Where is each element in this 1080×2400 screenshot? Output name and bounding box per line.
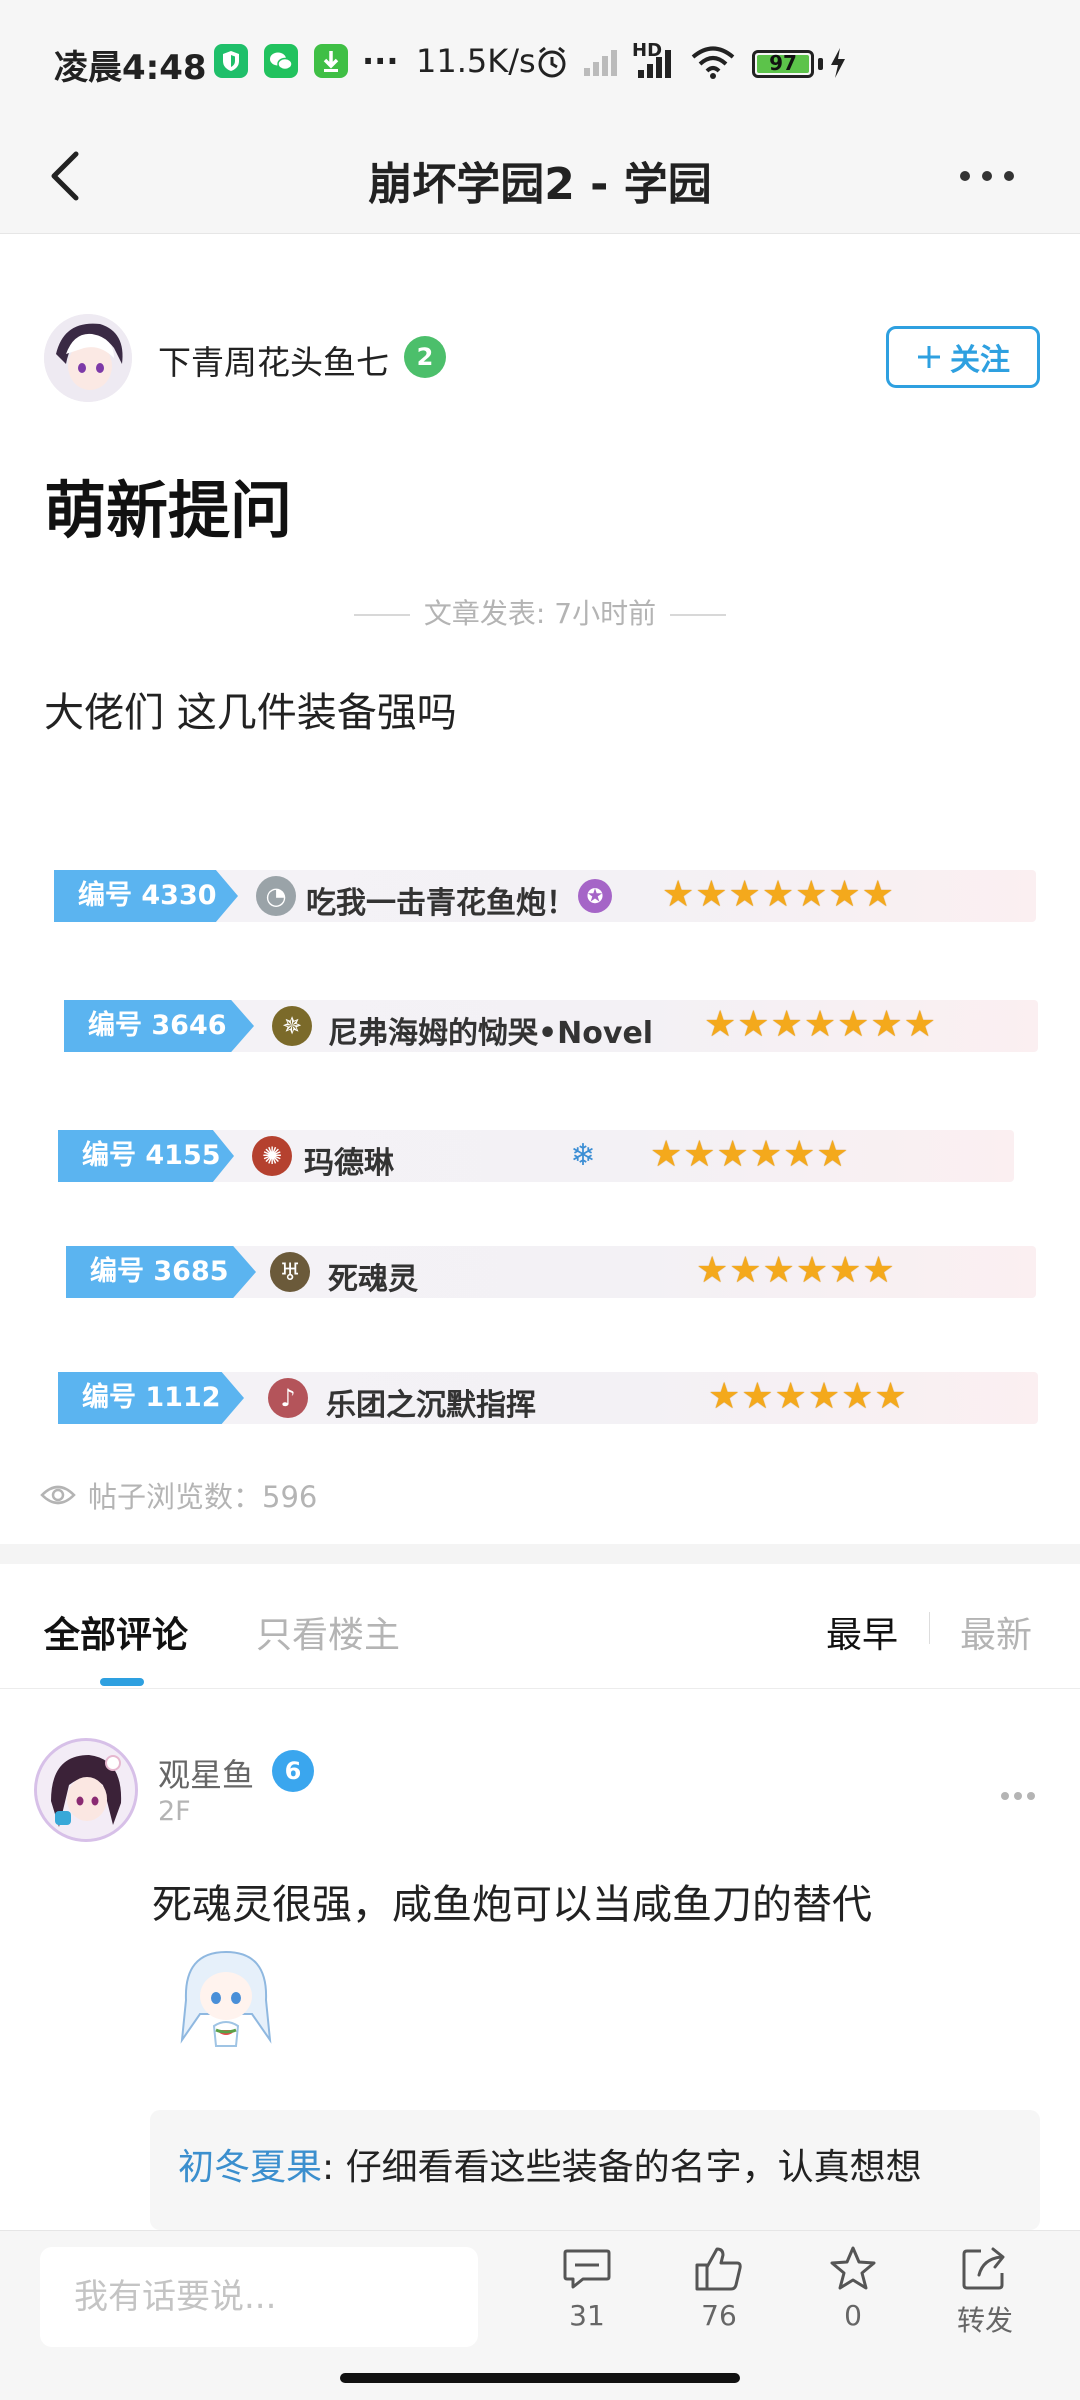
commenter-avatar[interactable]: [34, 1738, 138, 1842]
share-label: 转发: [956, 2304, 1013, 2337]
star-rating: ★★★★★★: [696, 1250, 896, 1291]
alarm-icon: [534, 44, 570, 84]
comment-input-box[interactable]: [40, 2247, 478, 2347]
share-button[interactable]: 转发: [930, 2245, 1040, 2339]
snowflake-icon: ❄: [570, 1138, 596, 1173]
battery-tip: [818, 58, 823, 70]
favorite-button[interactable]: 0: [798, 2245, 908, 2332]
net-speed: 11.5K/s: [416, 42, 536, 80]
home-indicator[interactable]: [340, 2373, 740, 2383]
star-rating: ★★★★★★: [708, 1376, 908, 1417]
section-divider: [0, 1544, 1080, 1564]
violin-icon: ♪: [268, 1378, 308, 1418]
view-count-text: 帖子浏览数：596: [88, 1480, 318, 1514]
equipment-card[interactable]: 编号 4155 ✺ 玛德琳 ❄ ★★★★★★: [58, 1130, 1014, 1182]
nav-bar: 崩坏学园2 - 学园: [0, 120, 1080, 234]
equipment-card[interactable]: 编号 3685 ♅ 死魂灵 ★★★★★★: [66, 1246, 1036, 1298]
equipment-card[interactable]: 编号 3646 ✵ 尼弗海姆的恸哭•Novel ★★★★★★★: [64, 1000, 1038, 1052]
battery-level: 97: [769, 51, 797, 75]
tab-all-comments[interactable]: 全部评论: [44, 1606, 188, 1658]
post-time: 文章发表: 7小时前: [423, 597, 657, 630]
sort-earliest[interactable]: 最早: [826, 1606, 898, 1658]
equipment-name: 玛德琳: [304, 1146, 394, 1181]
commenter-level-badge: 6: [272, 1750, 314, 1792]
favorite-count: 0: [844, 2299, 862, 2332]
follow-button[interactable]: 关注: [886, 326, 1040, 388]
author-name[interactable]: 下青周花头鱼七: [158, 336, 389, 384]
more-dots-icon: [960, 171, 1014, 181]
thumbs-up-icon: [695, 2247, 742, 2291]
equipment-number-tag: 编号 3685: [66, 1246, 256, 1298]
more-notifications-icon: ···: [362, 42, 399, 80]
page-title: 崩坏学园2 - 学园: [368, 159, 712, 210]
battery-icon: 97: [752, 50, 814, 78]
equipment-number-tag: 编号 1112: [58, 1372, 244, 1424]
view-count: 帖子浏览数：596: [40, 1474, 317, 1516]
star-rating: ★★★★★★: [650, 1134, 850, 1175]
madeline-icon: ✺: [252, 1136, 292, 1176]
eye-icon: [40, 1485, 76, 1505]
meta-divider: [670, 614, 727, 616]
active-tab-indicator: [100, 1678, 144, 1686]
fish-cannon-icon: ◔: [256, 876, 296, 916]
comment-text: 死魂灵很强，咸鱼炮可以当咸鱼刀的替代: [152, 1882, 872, 1928]
star-rating: ★★★★★★★: [662, 874, 895, 915]
status-bar: 凌晨4:48 ··· 11.5K/s HD 97: [0, 0, 1080, 120]
reply-preview[interactable]: 初冬夏果: 仔细看看这些装备的名字，认真想想: [150, 2110, 1040, 2230]
chibi-sticker-image: [166, 1944, 286, 2056]
more-dots-icon: [1001, 1792, 1035, 1800]
comment-input[interactable]: [40, 2247, 478, 2347]
reply-text: 初冬夏果: 仔细看看这些装备的名字，认真想想: [178, 2138, 922, 2190]
commenter-name[interactable]: 观星鱼: [158, 1750, 254, 1796]
charging-icon: [828, 46, 848, 84]
dead-souls-icon: ♅: [270, 1252, 310, 1292]
tabs-divider: [0, 1688, 1080, 1689]
comment-floor: 2F: [158, 1796, 191, 1827]
post-title: 萌新提问: [44, 474, 293, 547]
equipment-number-tag: 编号 3646: [64, 1000, 254, 1052]
pentagram-icon: ✪: [578, 879, 612, 913]
shield-app-icon: [214, 44, 248, 78]
download-icon: [314, 44, 348, 78]
signal-icon: [634, 46, 676, 84]
sort-latest[interactable]: 最新: [960, 1606, 1032, 1658]
equipment-name: 乐团之沉默指挥: [326, 1388, 536, 1423]
no-signal-icon: [582, 46, 622, 82]
comment-icon: [563, 2249, 611, 2289]
reply-username[interactable]: 初冬夏果: [178, 2147, 322, 2188]
comment-more-button[interactable]: [1000, 1770, 1036, 1810]
equipment-card[interactable]: 编号 4330 ◔ 吃我一击青花鱼炮！ ✪ ★★★★★★★: [54, 870, 1036, 922]
author-avatar[interactable]: [44, 314, 132, 402]
reply-content: : 仔细看看这些装备的名字，认真想想: [322, 2147, 922, 2188]
status-time: 凌晨4:48: [54, 48, 207, 88]
niflheim-icon: ✵: [272, 1006, 312, 1046]
bottom-action-bar: 31 76 0 转发: [0, 2230, 1080, 2400]
star-rating: ★★★★★★★: [704, 1004, 937, 1045]
like-button[interactable]: 76: [664, 2245, 774, 2332]
more-options-button[interactable]: [952, 148, 1022, 204]
equipment-card[interactable]: 编号 1112 ♪ 乐团之沉默指挥 ★★★★★★: [58, 1372, 1038, 1424]
equipment-number-tag: 编号 4330: [54, 870, 238, 922]
level-badge: 2: [404, 336, 446, 378]
star-icon: [830, 2246, 876, 2290]
follow-label: 关注: [950, 343, 1010, 378]
sort-divider: [929, 1612, 930, 1644]
post-meta: 文章发表: 7小时前: [0, 592, 1080, 632]
like-count: 76: [701, 2299, 737, 2332]
share-icon: [962, 2247, 1005, 2290]
equipment-number-tag: 编号 4155: [58, 1130, 234, 1182]
wifi-icon: [690, 44, 736, 84]
post-body: 大佬们 这几件装备强吗: [44, 690, 457, 736]
plus-icon: [918, 346, 940, 368]
tab-op-only[interactable]: 只看楼主: [256, 1606, 400, 1658]
equipment-name: 死魂灵: [328, 1262, 418, 1297]
wechat-icon: [264, 44, 298, 78]
equipment-name: 吃我一击青花鱼炮！: [306, 886, 576, 921]
comment-button[interactable]: 31: [532, 2245, 642, 2332]
comment-count: 31: [569, 2299, 605, 2332]
meta-divider: [353, 614, 410, 616]
equipment-name: 尼弗海姆的恸哭•Novel: [328, 1016, 654, 1051]
